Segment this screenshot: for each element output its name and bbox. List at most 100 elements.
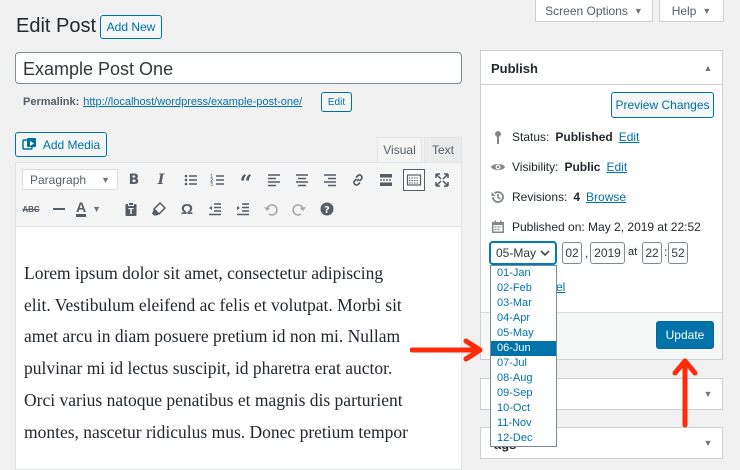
hour-input[interactable]: 22 xyxy=(642,242,662,264)
text-color-icon[interactable]: A ▼ xyxy=(76,198,110,220)
chevron-down-icon: ▼ xyxy=(101,174,110,185)
align-center-icon[interactable] xyxy=(291,169,313,191)
help-icon[interactable]: ? xyxy=(316,198,338,220)
chevron-down-icon xyxy=(540,250,550,257)
paragraph-line: pulvinar mi id lectus suscipit, id phare… xyxy=(24,358,393,379)
blockquote-icon[interactable]: “ xyxy=(235,169,257,195)
year-input[interactable]: 2019 xyxy=(590,242,625,264)
help-button[interactable]: Help ▼ xyxy=(659,0,724,22)
special-character-icon[interactable]: Ω xyxy=(176,198,198,220)
visibility-row: Visibility: Public Edit xyxy=(490,159,627,175)
history-icon xyxy=(491,191,504,203)
strikethrough-icon[interactable]: ABC xyxy=(20,198,42,220)
bullet-list-icon[interactable] xyxy=(180,169,202,191)
month-select-value: 05-May xyxy=(496,246,537,260)
update-button[interactable]: Update xyxy=(656,321,714,349)
permalink-link[interactable]: http://localhost/wordpress/example-post-… xyxy=(83,96,302,108)
published-on-row: Published on: May 2, 2019 at 22:52 xyxy=(490,219,701,235)
collapse-arrow-icon[interactable]: ▲ xyxy=(702,62,714,74)
month-option[interactable]: 11-Nov xyxy=(491,416,556,431)
revisions-row: Revisions: 4 Browse xyxy=(490,189,626,205)
cancel-link[interactable]: el xyxy=(556,280,565,294)
month-dropdown-list[interactable]: 01-Jan 02-Feb 03-Mar 04-Apr 05-May 06-Ju… xyxy=(490,265,557,447)
month-option[interactable]: 12-Dec xyxy=(491,431,556,446)
minute-input[interactable]: 52 xyxy=(668,242,688,264)
day-input[interactable]: 02 xyxy=(562,242,582,264)
read-more-icon[interactable] xyxy=(375,169,397,191)
italic-icon[interactable]: I xyxy=(150,169,172,191)
status-edit-link[interactable]: Edit xyxy=(619,130,640,144)
publish-title: Publish xyxy=(491,61,538,76)
align-right-icon[interactable] xyxy=(319,169,341,191)
toolbar-toggle-icon[interactable] xyxy=(403,169,425,191)
status-value: Published xyxy=(555,130,613,144)
eye-icon xyxy=(491,164,505,170)
tab-text[interactable]: Text xyxy=(424,137,462,162)
month-option[interactable]: 01-Jan xyxy=(491,266,556,281)
align-left-icon[interactable] xyxy=(263,169,285,191)
editor-content[interactable]: Lorem ipsum dolor sit amet, consectetur … xyxy=(24,258,454,448)
month-option-highlighted[interactable]: 06-Jun xyxy=(491,341,556,356)
svg-text:3: 3 xyxy=(210,182,213,188)
link-icon[interactable] xyxy=(347,169,369,191)
post-title-input[interactable]: Example Post One xyxy=(15,52,462,84)
undo-icon[interactable] xyxy=(260,198,282,220)
visibility-edit-link[interactable]: Edit xyxy=(606,160,627,174)
svg-text:T: T xyxy=(128,207,134,216)
outdent-icon[interactable] xyxy=(204,198,226,220)
status-label: Status: xyxy=(512,130,550,144)
chevron-down-icon: ▼ xyxy=(633,5,643,16)
permalink-row: Permalink: http://localhost/wordpress/ex… xyxy=(23,96,302,108)
pin-icon xyxy=(495,131,501,144)
format-select-value: Paragraph xyxy=(30,172,87,187)
paragraph-line: Lorem ipsum dolor sit amet, consectetur … xyxy=(24,263,384,283)
visibility-value: Public xyxy=(564,160,601,174)
page-title: Edit Post xyxy=(16,15,97,37)
month-select[interactable]: 05-May xyxy=(490,242,556,264)
revisions-value: 4 xyxy=(573,190,581,204)
revisions-label: Revisions: xyxy=(512,190,568,204)
month-option[interactable]: 03-Mar xyxy=(491,296,556,311)
permalink-edit-button[interactable]: Edit xyxy=(321,92,352,112)
chevron-down-icon: ▼ xyxy=(702,5,712,16)
month-option[interactable]: 04-Apr xyxy=(491,311,556,326)
paragraph-line: amet arcu in diam posuere pretium id non… xyxy=(24,326,401,347)
month-option[interactable]: 08-Aug xyxy=(491,371,556,386)
preview-changes-button[interactable]: Preview Changes xyxy=(611,92,714,118)
expand-arrow-icon[interactable]: ▼ xyxy=(702,388,714,400)
add-media-label: Add Media xyxy=(42,137,101,152)
month-option[interactable]: 07-Jul xyxy=(491,356,556,371)
browse-link[interactable]: Browse xyxy=(586,190,626,204)
fullscreen-icon[interactable] xyxy=(431,169,453,191)
svg-text:?: ? xyxy=(324,205,330,216)
published-on-text: Published on: May 2, 2019 at 22:52 xyxy=(512,220,701,234)
month-option[interactable]: 05-May xyxy=(491,326,556,341)
paragraph-line: montes, nascetur ridiculus mus. Donec pr… xyxy=(24,421,408,442)
calendar-icon xyxy=(492,220,504,233)
month-option[interactable]: 09-Sep xyxy=(491,386,556,401)
horizontal-line-icon[interactable] xyxy=(48,198,70,220)
format-select[interactable]: Paragraph ▼ xyxy=(22,169,118,190)
bold-icon[interactable]: B xyxy=(123,169,145,191)
paragraph-line: elit. Vestibulum eleifend ac felis et vo… xyxy=(24,294,402,315)
screen-options-button[interactable]: Screen Options ▼ xyxy=(535,0,653,22)
annotation-arrow-right-icon xyxy=(410,338,483,362)
clear-formatting-icon[interactable] xyxy=(148,198,170,220)
redo-icon[interactable] xyxy=(288,198,310,220)
expand-arrow-icon[interactable]: ▼ xyxy=(702,437,714,449)
permalink-label: Permalink: xyxy=(23,96,80,108)
time-separator: : xyxy=(664,245,668,259)
indent-icon[interactable] xyxy=(232,198,254,220)
media-icon xyxy=(22,137,36,150)
paste-text-icon[interactable]: T xyxy=(120,198,142,220)
at-label: at xyxy=(628,246,638,258)
add-media-button[interactable]: Add Media xyxy=(15,132,107,157)
tab-visual[interactable]: Visual xyxy=(377,137,422,162)
status-row: Status: Published Edit xyxy=(490,129,639,145)
add-new-button[interactable]: Add New xyxy=(100,15,162,39)
numbered-list-icon[interactable]: 123 xyxy=(207,169,229,191)
month-option[interactable]: 10-Oct xyxy=(491,401,556,416)
month-option[interactable]: 02-Feb xyxy=(491,281,556,296)
annotation-arrow-up-icon xyxy=(672,358,698,428)
screen-options-label: Screen Options xyxy=(545,3,628,18)
